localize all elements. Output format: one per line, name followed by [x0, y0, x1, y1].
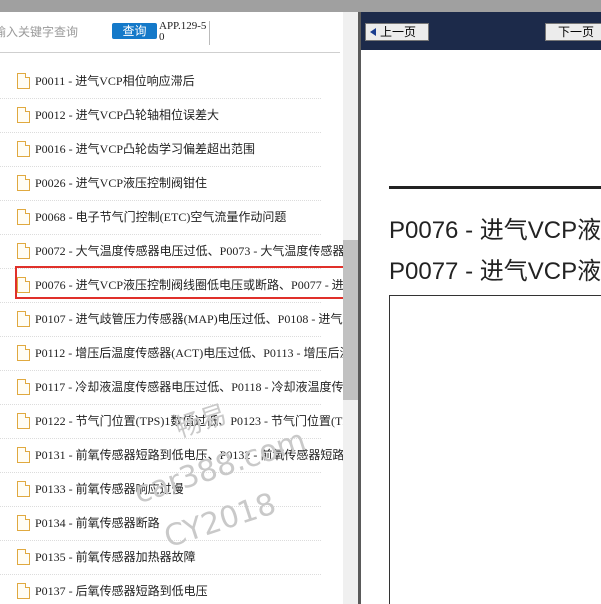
doc-title-line1: P0076 - 进气VCP液压控制阀线圈低电压或断路: [389, 217, 601, 244]
list-item-label: P0026 - 进气VCP液压控制阀钳住: [35, 176, 208, 190]
selected-item-highlight: [15, 266, 350, 299]
window-top-bar: [0, 0, 601, 12]
document-icon: [17, 141, 30, 157]
list-item[interactable]: P0026 - 进气VCP液压控制阀钳住: [0, 167, 343, 201]
list-item-label: P0134 - 前氧传感器断路: [35, 516, 160, 530]
list-item[interactable]: P0117 - 冷却液温度传感器电压过低、P0118 - 冷却液温度传感器电压过…: [0, 371, 358, 405]
document-icon: [17, 311, 30, 327]
document-icon: [17, 481, 30, 497]
document-icon: [17, 379, 30, 395]
document-icon: [17, 549, 30, 565]
list-item[interactable]: P0012 - 进气VCP凸轮轴相位误差大: [0, 99, 343, 133]
list-item-label: P0072 - 大气温度传感器电压过低、P0073 - 大气温度传感器电压过高: [35, 244, 358, 258]
prev-page-button[interactable]: 上一页: [365, 23, 429, 41]
list-item[interactable]: P0016 - 进气VCP凸轮齿学习偏差超出范围: [0, 133, 343, 167]
document-icon: [17, 345, 30, 361]
list-item-label: P0117 - 冷却液温度传感器电压过低、P0118 - 冷却液温度传感器电压过…: [35, 380, 358, 394]
document-icon: [17, 447, 30, 463]
list-item-label: P0112 - 增压后温度传感器(ACT)电压过低、P0113 - 增压后温度传…: [35, 346, 358, 360]
search-row: 查询 APP.129-50: [0, 12, 340, 53]
list-item[interactable]: P0137 - 后氧传感器短路到低电压: [0, 575, 343, 604]
next-page-button[interactable]: 下一页: [545, 23, 601, 41]
document-icon: [17, 175, 30, 191]
document-icon: [17, 209, 30, 225]
document-viewer: 上一页 下一页 P0076 - 进气VCP液压控制阀线圈低电压或断路 P0077…: [361, 12, 601, 604]
next-page-label: 下一页: [558, 25, 595, 39]
document-icon: [17, 515, 30, 531]
search-button[interactable]: 查询: [112, 23, 157, 39]
document-icon: [17, 413, 30, 429]
list-item[interactable]: P0076 - 进气VCP液压控制阀线圈低电压或断路、P0077 - 进气VCP…: [0, 266, 358, 303]
prev-page-label: 上一页: [380, 25, 417, 39]
search-input[interactable]: [0, 22, 104, 42]
viewer-nav-bar: 上一页 下一页: [361, 12, 601, 50]
diagram-frame: [389, 295, 601, 604]
document-icon: [17, 73, 30, 89]
list-item[interactable]: P0072 - 大气温度传感器电压过低、P0073 - 大气温度传感器电压过高: [0, 235, 358, 269]
list-item-label: P0068 - 电子节气门控制(ETC)空气流量作动问题: [35, 210, 287, 224]
list-item-label: P0107 - 进气歧管压力传感器(MAP)电压过低、P0108 - 进气歧管压…: [35, 312, 358, 326]
list-item[interactable]: P0112 - 增压后温度传感器(ACT)电压过低、P0113 - 增压后温度传…: [0, 337, 358, 371]
list-item-label: P0011 - 进气VCP相位响应滞后: [35, 74, 195, 88]
list-item[interactable]: P0107 - 进气歧管压力传感器(MAP)电压过低、P0108 - 进气歧管压…: [0, 303, 358, 337]
list-item-label: P0016 - 进气VCP凸轮齿学习偏差超出范围: [35, 142, 256, 156]
list-item[interactable]: P0068 - 电子节气门控制(ETC)空气流量作动问题: [0, 201, 343, 235]
document-icon: [17, 583, 30, 599]
scrollbar-thumb[interactable]: [343, 240, 358, 400]
title-rule: [389, 186, 601, 189]
list-item-label: P0137 - 后氧传感器短路到低电压: [35, 584, 208, 598]
list-item[interactable]: P0011 - 进气VCP相位响应滞后: [0, 65, 343, 99]
doc-title-line2: P0077 - 进气VCP液压控制阀线圈高电压: [389, 258, 601, 285]
arrow-left-icon: [370, 28, 376, 36]
document-icon: [17, 243, 30, 259]
document-icon: [17, 107, 30, 123]
app-code-label: APP.129-50: [159, 21, 210, 45]
list-item-label: P0012 - 进气VCP凸轮轴相位误差大: [35, 108, 220, 122]
list-scrollbar[interactable]: [343, 12, 358, 604]
